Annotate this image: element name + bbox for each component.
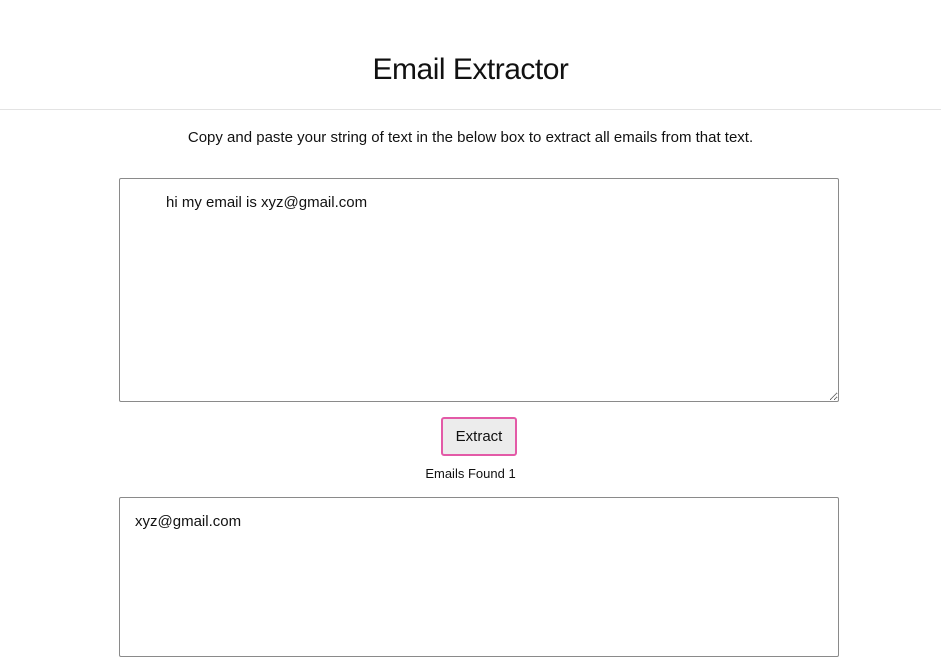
emails-found-count: 1 [508,466,516,481]
extract-button[interactable]: Extract [441,417,517,456]
instructions-text: Copy and paste your string of text in th… [187,129,754,146]
page-title: Email Extractor [372,53,569,86]
emails-found-label: Emails Found [425,466,505,481]
emails-found-status: Emails Found 1 [0,465,941,483]
extracted-emails-output[interactable]: xyz@gmail.com [119,497,839,657]
text-input-area[interactable]: hi my email is xyz@gmail.com [119,178,839,402]
page-header: Email Extractor [0,0,941,110]
